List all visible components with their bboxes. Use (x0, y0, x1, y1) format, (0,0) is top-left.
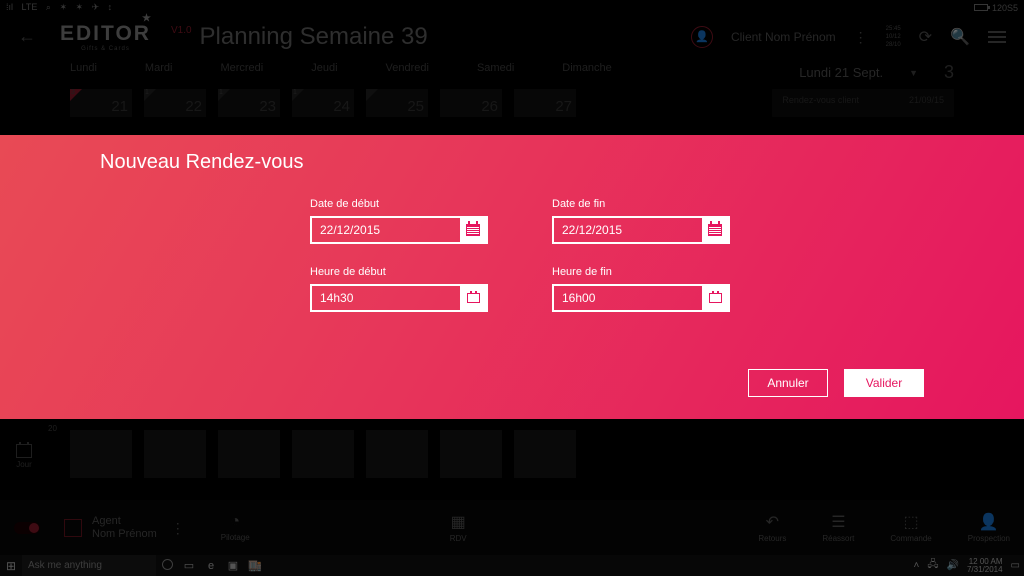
confirm-button[interactable]: Valider (844, 369, 924, 397)
end-time-input[interactable]: 16h00 (552, 284, 730, 312)
end-time-picker-button[interactable] (702, 286, 728, 310)
start-time-label: Heure de début (310, 266, 488, 278)
end-time-label: Heure de fin (552, 266, 730, 278)
cancel-button[interactable]: Annuler (748, 369, 828, 397)
start-time-value: 14h30 (312, 286, 460, 310)
start-date-value: 22/12/2015 (312, 218, 460, 242)
start-date-label: Date de début (310, 198, 488, 210)
end-date-label: Date de fin (552, 198, 730, 210)
calendar-icon (466, 224, 480, 236)
start-time-input[interactable]: 14h30 (310, 284, 488, 312)
end-date-input[interactable]: 22/12/2015 (552, 216, 730, 244)
modal-title: Nouveau Rendez-vous (100, 151, 924, 174)
start-date-picker-button[interactable] (460, 218, 486, 242)
end-date-picker-button[interactable] (702, 218, 728, 242)
new-appointment-modal: Nouveau Rendez-vous Date de début 22/12/… (0, 135, 1024, 419)
end-time-value: 16h00 (554, 286, 702, 310)
time-icon (467, 293, 480, 303)
calendar-icon (708, 224, 722, 236)
start-date-input[interactable]: 22/12/2015 (310, 216, 488, 244)
start-time-picker-button[interactable] (460, 286, 486, 310)
end-date-value: 22/12/2015 (554, 218, 702, 242)
time-icon (709, 293, 722, 303)
